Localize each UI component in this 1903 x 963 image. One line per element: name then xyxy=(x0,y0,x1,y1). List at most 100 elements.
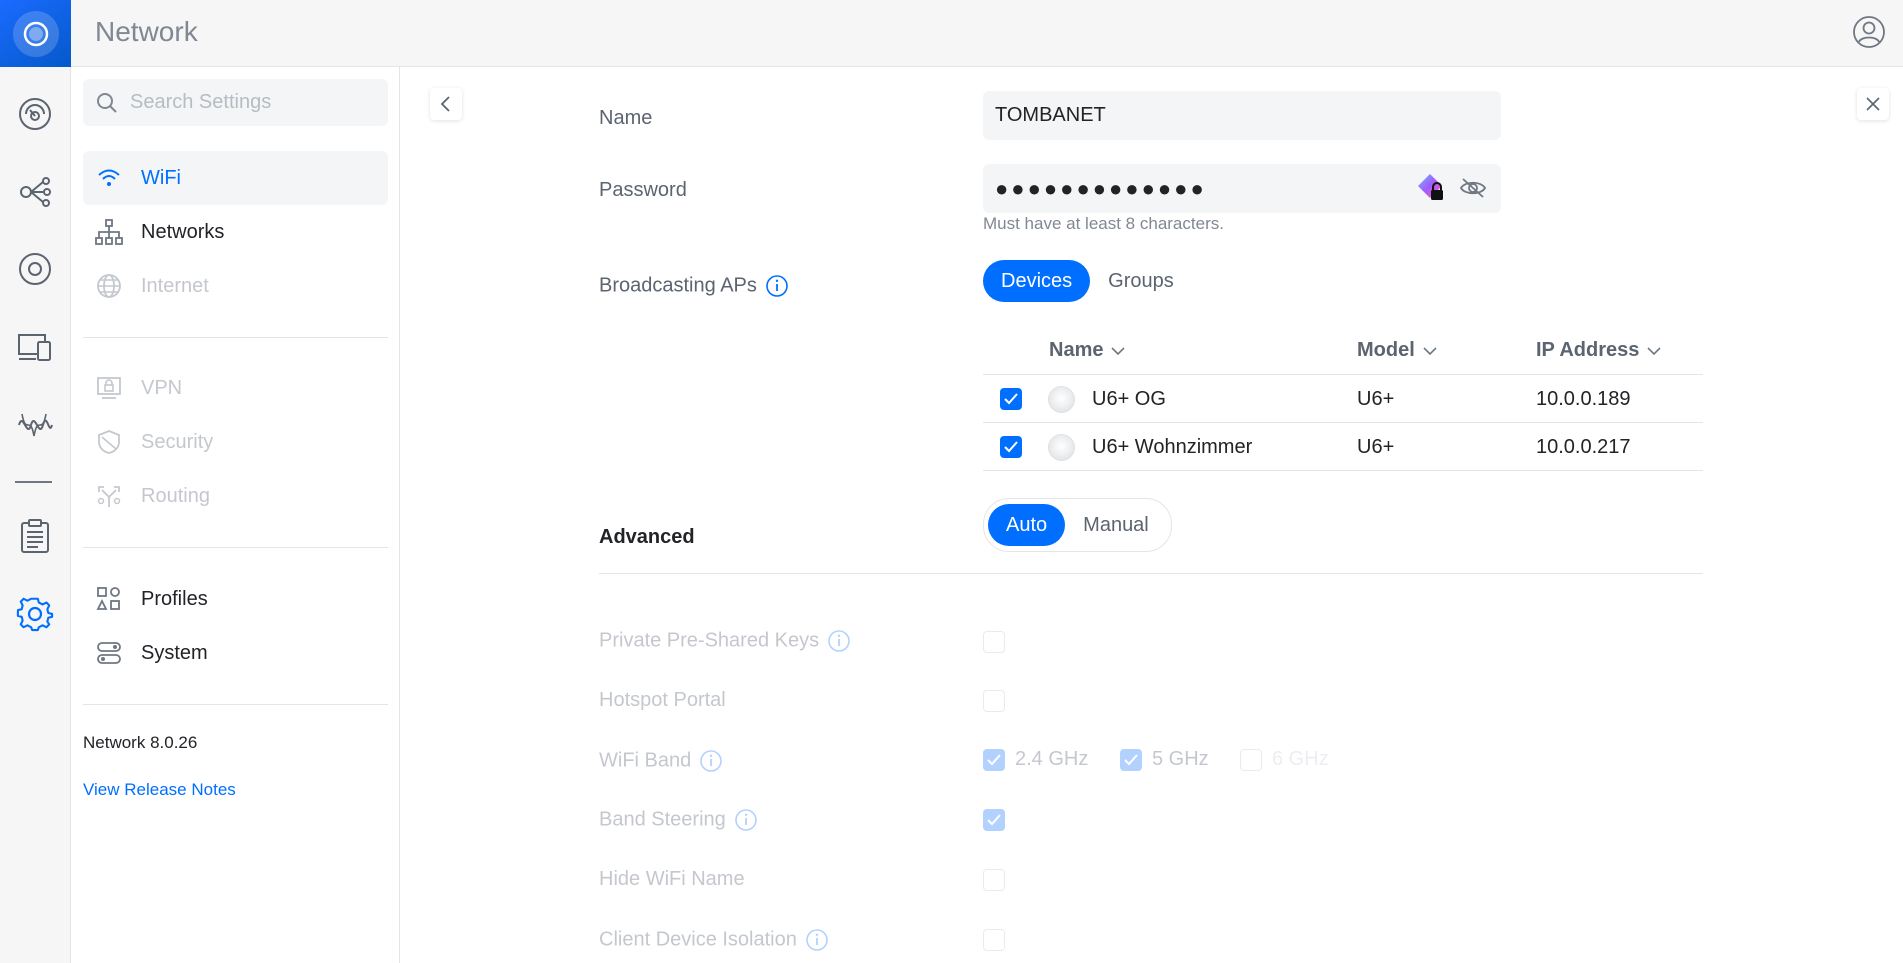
sidebar-item-label: Security xyxy=(141,430,214,453)
password-masked-value[interactable]: ●●●●●●●●●●●●● xyxy=(995,176,1207,202)
system-log-nav-button[interactable] xyxy=(12,513,58,559)
close-icon xyxy=(1866,97,1880,111)
clipboard-list-icon xyxy=(21,519,49,553)
topology-nav-button[interactable] xyxy=(12,169,58,215)
version-text: Network 8.0.26 xyxy=(83,733,198,752)
dashboard-icon xyxy=(19,98,51,130)
band-steering-label-text: Band Steering xyxy=(599,808,726,831)
name-field[interactable] xyxy=(983,91,1501,140)
ip-column-header[interactable]: IP Address xyxy=(1536,339,1661,362)
sidebar-item-internet[interactable]: Internet xyxy=(83,259,388,313)
ap-model: U6+ xyxy=(1357,388,1395,410)
ppsk-label: Private Pre-Shared Keys xyxy=(599,629,851,653)
table-row[interactable]: U6+ OG U6+ 10.0.0.189 xyxy=(983,375,1703,423)
groups-tab[interactable]: Groups xyxy=(1090,260,1192,302)
band-6ghz-label: 6 GHz xyxy=(1272,748,1329,770)
sidebar-item-networks[interactable]: Networks xyxy=(83,205,388,259)
wifi-icon xyxy=(95,164,123,192)
sidebar-item-security[interactable]: Security xyxy=(83,415,388,469)
wifi-band-label: WiFi Band xyxy=(599,749,723,773)
band-steering-checkbox[interactable] xyxy=(983,809,1005,831)
advanced-label: Advanced xyxy=(599,526,695,548)
vpn-icon xyxy=(95,374,123,402)
profiles-icon xyxy=(95,585,123,613)
shield-icon xyxy=(95,428,123,456)
band-2-4ghz-option[interactable]: 2.4 GHz xyxy=(983,748,1088,771)
password-hint: Must have at least 8 characters. xyxy=(983,214,1224,233)
band-2-4ghz-label: 2.4 GHz xyxy=(1015,748,1089,770)
model-column-header[interactable]: Model xyxy=(1357,339,1437,362)
release-notes-link[interactable]: View Release Notes xyxy=(83,780,236,800)
password-manager-icon[interactable] xyxy=(1417,173,1447,203)
settings-nav-button[interactable] xyxy=(12,591,58,637)
eye-off-icon[interactable] xyxy=(1459,176,1487,200)
band-2-4ghz-checkbox[interactable] xyxy=(983,748,1005,771)
globe-icon xyxy=(95,272,123,300)
row-checkbox[interactable] xyxy=(1000,388,1022,410)
sidebar-item-label: VPN xyxy=(141,376,183,399)
band-5ghz-checkbox[interactable] xyxy=(1120,748,1142,771)
row-checkbox[interactable] xyxy=(1000,436,1022,458)
topology-icon xyxy=(20,177,51,207)
auto-mode-button[interactable]: Auto xyxy=(988,504,1066,546)
sidebar-item-label: Internet xyxy=(141,274,209,297)
info-icon[interactable] xyxy=(699,749,723,773)
name-input[interactable] xyxy=(995,104,1395,127)
search-icon xyxy=(97,92,117,113)
info-icon[interactable] xyxy=(765,274,789,298)
networks-icon xyxy=(95,218,123,246)
band-5ghz-option[interactable]: 5 GHz xyxy=(1120,748,1209,771)
name-label: Name xyxy=(599,107,653,129)
hotspot-label: Hotspot Portal xyxy=(599,689,726,711)
sidebar-divider xyxy=(83,337,388,338)
gear-icon xyxy=(16,597,54,632)
wifi-settings-panel: Name Password ●●●●●●●●●●●●● Must have at… xyxy=(400,67,1903,963)
device-icon xyxy=(19,253,51,285)
broadcasting-aps-label: Broadcasting APs xyxy=(599,274,789,298)
sidebar-item-system[interactable]: System xyxy=(83,626,388,680)
sidebar-divider xyxy=(83,547,388,548)
sidebar-item-wifi[interactable]: WiFi xyxy=(83,151,388,205)
name-column-header[interactable]: Name xyxy=(1049,339,1126,362)
devices-tab[interactable]: Devices xyxy=(983,260,1091,302)
user-account-button[interactable] xyxy=(1849,12,1889,52)
info-icon[interactable] xyxy=(805,928,829,952)
info-icon[interactable] xyxy=(734,808,758,832)
info-icon[interactable] xyxy=(827,629,851,653)
ppsk-label-text: Private Pre-Shared Keys xyxy=(599,629,820,652)
wifi-band-label-text: WiFi Band xyxy=(599,749,692,772)
ap-ip: 10.0.0.217 xyxy=(1536,436,1631,458)
search-input[interactable] xyxy=(130,91,370,114)
table-row[interactable]: U6+ Wohnzimmer U6+ 10.0.0.217 xyxy=(983,423,1703,471)
band-6ghz-option[interactable]: 6 GHz xyxy=(1240,748,1329,771)
client-isolation-label: Client Device Isolation xyxy=(599,928,829,952)
insights-nav-button[interactable] xyxy=(12,402,58,448)
password-field[interactable]: ●●●●●●●●●●●●● xyxy=(983,164,1501,213)
client-devices-icon xyxy=(18,334,51,361)
sidebar-item-routing[interactable]: Routing xyxy=(83,469,388,523)
search-settings[interactable] xyxy=(83,79,388,126)
sidebar-item-label: WiFi xyxy=(141,166,181,189)
band-6ghz-checkbox[interactable] xyxy=(1240,748,1262,771)
hide-wifi-name-checkbox[interactable] xyxy=(983,869,1005,891)
hotspot-checkbox[interactable] xyxy=(983,690,1005,712)
unifi-devices-nav-button[interactable] xyxy=(12,246,58,292)
settings-sidebar: WiFi Networks Internet VPN Security Rout… xyxy=(71,67,400,963)
ppsk-checkbox[interactable] xyxy=(983,631,1005,653)
advanced-mode-toggle: Auto Manual xyxy=(983,498,1172,552)
ap-name: U6+ OG xyxy=(1092,388,1166,410)
client-devices-nav-button[interactable] xyxy=(12,324,58,370)
band-steering-label: Band Steering xyxy=(599,808,758,832)
dashboard-nav-button[interactable] xyxy=(12,91,58,137)
manual-mode-button[interactable]: Manual xyxy=(1065,504,1167,546)
unifi-logo[interactable] xyxy=(0,0,71,67)
chevron-down-icon xyxy=(1423,346,1437,355)
close-panel-button[interactable] xyxy=(1857,88,1889,120)
hide-wifi-name-label: Hide WiFi Name xyxy=(599,868,745,890)
sidebar-item-profiles[interactable]: Profiles xyxy=(83,572,388,626)
collapse-panel-button[interactable] xyxy=(430,88,462,120)
broadcasting-aps-table: Name Model IP Address U6+ OG U6+ 10.0.0.… xyxy=(983,325,1703,471)
band-5ghz-label: 5 GHz xyxy=(1152,748,1209,770)
sidebar-item-vpn[interactable]: VPN xyxy=(83,361,388,415)
client-isolation-checkbox[interactable] xyxy=(983,929,1005,951)
